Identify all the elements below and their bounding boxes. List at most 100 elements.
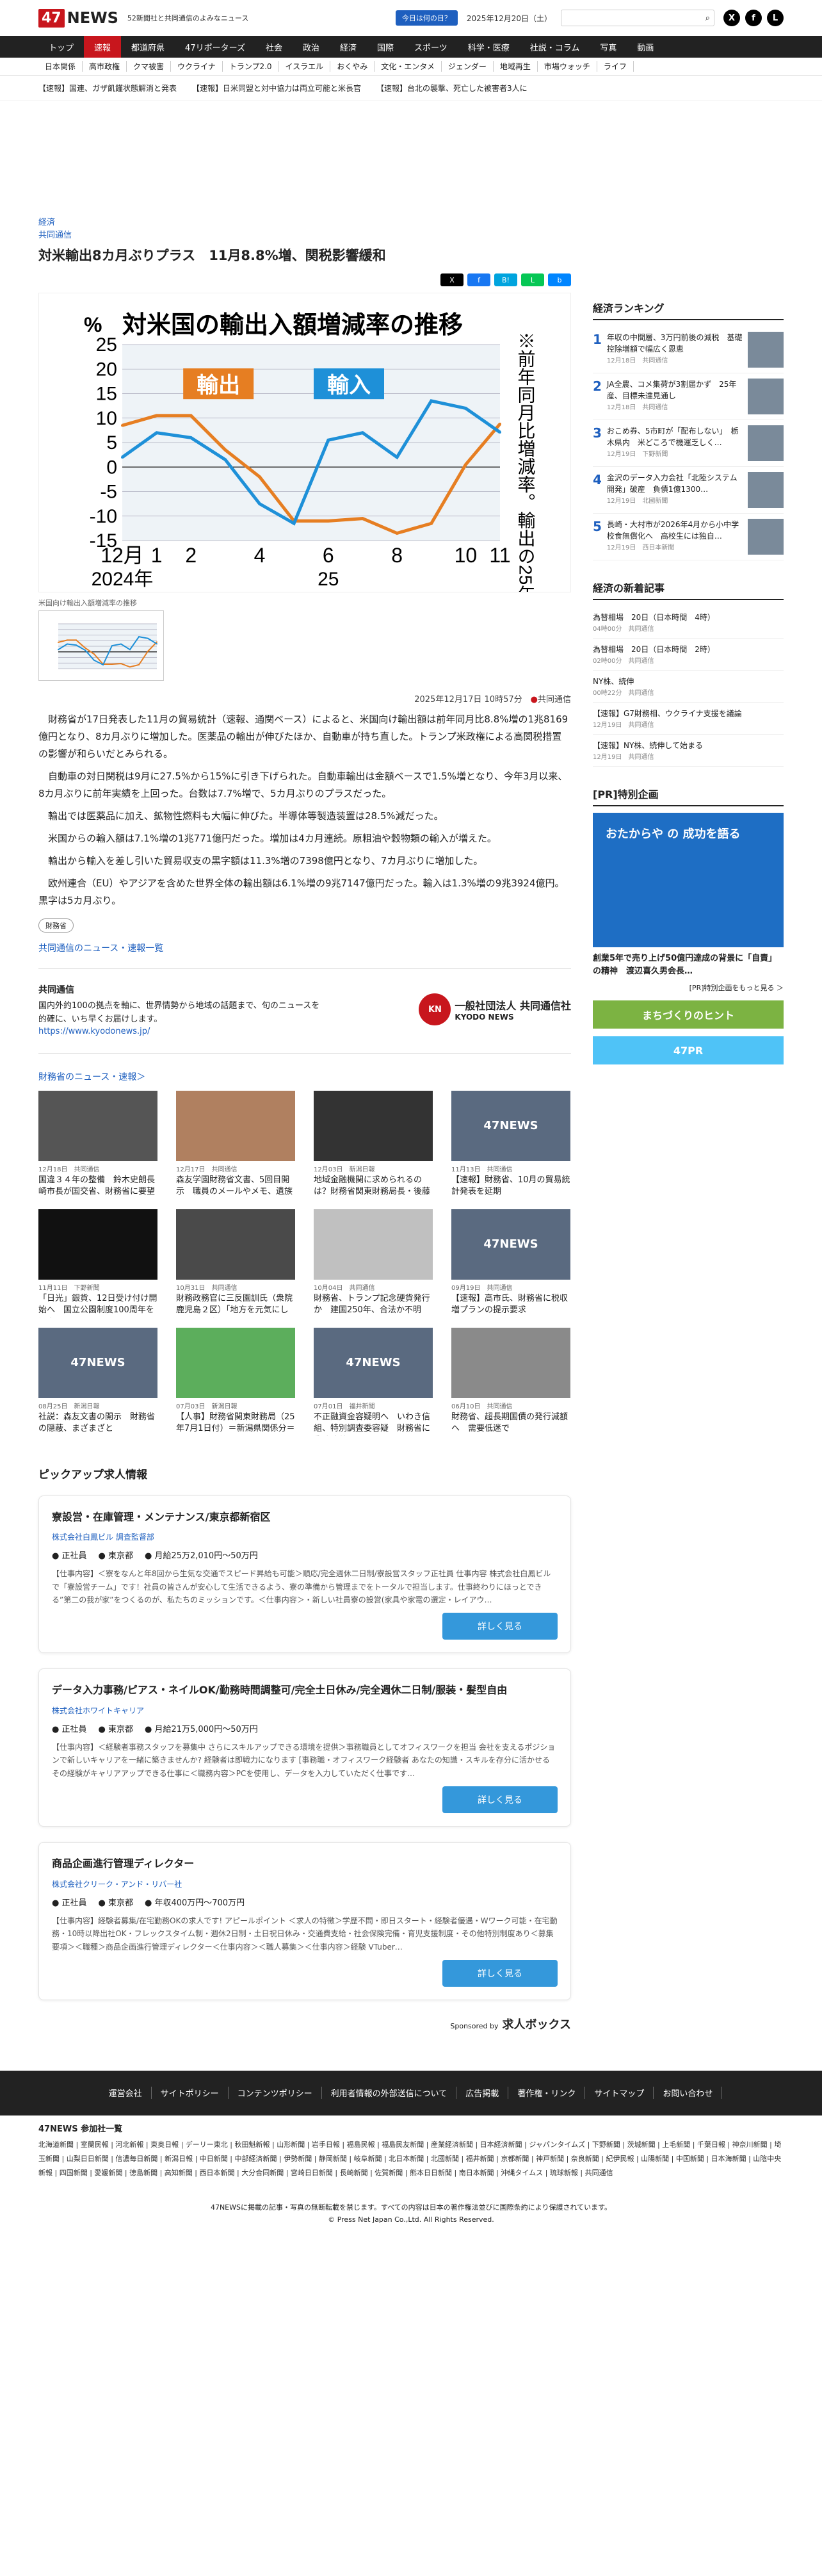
related-title[interactable]: 財務省のニュース・速報＞ — [38, 1070, 571, 1083]
footer-link[interactable]: 著作権・リンク — [508, 2087, 586, 2099]
site-logo[interactable]: 47 NEWS — [38, 8, 118, 28]
subnav-item[interactable]: 市場ウォッチ — [538, 61, 597, 72]
job-company[interactable]: 株式会社クリーク・アンド・リバー社 — [52, 1879, 558, 1889]
nav-item[interactable]: 経済 — [330, 36, 367, 58]
subnav-item[interactable]: おくやみ — [330, 61, 375, 72]
related-image[interactable] — [314, 1209, 433, 1280]
ticker-item[interactable]: 【速報】台北の襲撃、死亡した被害者3人に — [376, 83, 528, 94]
subnav-item[interactable]: 高市政権 — [83, 61, 127, 72]
job-title[interactable]: 寮設営・在庫管理・メンテナンス/東京都新宿区 — [52, 1509, 558, 1526]
news-item[interactable]: 為替相場 20日（日本時間 4時） 04時00分 共同通信 — [593, 607, 784, 639]
nav-item[interactable]: 社説・コラム — [520, 36, 590, 58]
related-card[interactable]: 10月31日 共同通信財務政務官に三反園訓氏（衆院鹿児島２区）「地方を元気にして… — [176, 1209, 295, 1317]
ranking-thumb[interactable] — [748, 332, 784, 368]
news-text[interactable]: 【速報】NY株、続伸して始まる — [593, 740, 784, 751]
banner-machizukuri[interactable]: まちづくりのヒント — [593, 1000, 784, 1029]
search-input[interactable]: ⌕ — [561, 10, 714, 26]
line-icon[interactable]: L — [767, 10, 784, 26]
nav-item[interactable]: 写真 — [590, 36, 627, 58]
subnav-item[interactable]: ライフ — [597, 61, 634, 72]
related-image[interactable] — [176, 1209, 295, 1280]
share-hatena-icon[interactable]: B! — [494, 273, 517, 286]
source-link[interactable]: 共同通信 — [38, 229, 571, 242]
ranking-item[interactable]: 4 金沢のデータ入力会社「北陸システム開発」破産 負債1億1300… 12月19日 … — [593, 467, 784, 514]
members-list[interactable]: 北海道新聞 | 室蘭民報 | 河北新報 | 東奥日報 | デーリー東北 | 秋田… — [38, 2138, 784, 2180]
related-card[interactable]: 10月04日 共同通信 財務省、トランプ記念硬貨発行か 建国250年、合法か不明 — [314, 1209, 433, 1317]
pr-banner[interactable]: おたからや の 成功を語る — [593, 813, 784, 947]
subnav-item[interactable]: クマ被害 — [127, 61, 172, 72]
related-card[interactable]: 47NEWS 09月19日 共同通信 【速報】高市氏、財務省に税収増プランの提示要求 — [451, 1209, 570, 1317]
related-card[interactable]: 11月11日 下野新聞 「日光」銀貨、12日受け付け開始へ 国立公園制度100周年… — [38, 1209, 157, 1317]
facebook-icon[interactable]: f — [745, 10, 762, 26]
related-title[interactable]: 財務省、超長期国債の発行減額へ 需要低迷で — [451, 1412, 570, 1436]
footer-link[interactable]: 運営会社 — [100, 2087, 152, 2099]
banner-47pr[interactable]: 47PR — [593, 1036, 784, 1064]
related-title[interactable]: 社説：森友文書の開示 財務省の隠蔽、まざまざと — [38, 1412, 157, 1436]
ticker-item[interactable]: 【速報】国連、ガザ飢饉状態解消と発表 — [38, 83, 177, 94]
ranking-text[interactable]: 長崎・大村市が2026年4月から小中学校食無償化へ 高校生には独自… — [607, 519, 743, 542]
related-image[interactable] — [38, 1209, 157, 1280]
subnav-item[interactable]: トランプ2.0 — [223, 61, 279, 72]
related-title[interactable]: 森友学園財務省文書、5回目開示 職員のメールやメモ、遺族の要に — [176, 1175, 295, 1199]
nav-item[interactable]: 動画 — [627, 36, 664, 58]
share-bluesky-icon[interactable]: b — [548, 273, 571, 286]
ranking-text[interactable]: JA全農、コメ集荷が3割届かず 25年産、目標未達見通し — [607, 379, 743, 402]
subnav-item[interactable]: イスラエル — [279, 61, 331, 72]
related-title[interactable]: 財務政務官に三反園訓氏（衆院鹿児島２区）「地方を元気にしていく」鹿… — [176, 1293, 295, 1317]
tag-badge[interactable]: 財務省 — [38, 918, 74, 933]
ranking-thumb[interactable] — [748, 472, 784, 508]
subnav-item[interactable]: ジェンダー — [442, 61, 494, 72]
today-button[interactable]: 今日は何の日？ — [395, 10, 458, 26]
ranking-thumb[interactable] — [748, 379, 784, 414]
news-text[interactable]: 為替相場 20日（日本時間 2時） — [593, 644, 784, 655]
nav-item[interactable]: 都道府県 — [121, 36, 175, 58]
nav-item[interactable]: トップ — [38, 36, 84, 58]
related-card[interactable]: 47NEWS 11月13日 共同通信 【速報】財務省、10月の貿易統計発表を延期 — [451, 1090, 570, 1199]
related-title[interactable]: 財務省、トランプ記念硬貨発行か 建国250年、合法か不明 — [314, 1293, 433, 1317]
related-card[interactable]: 47NEWS 07月01日 福井新聞 不正融資金容疑明へ いわき信組、特別調査委容疑… — [314, 1327, 433, 1436]
related-card[interactable]: 12月17日 共同通信森友学園財務省文書、5回目開示 職員のメールやメモ、遺族の… — [176, 1090, 295, 1199]
related-image[interactable]: 47NEWS — [451, 1209, 570, 1280]
nav-item[interactable]: スポーツ — [404, 36, 458, 58]
ranking-text[interactable]: 金沢のデータ入力会社「北陸システム開発」破産 負債1億1300… — [607, 472, 743, 495]
related-card[interactable]: 06月10日 共同通信 財務省、超長期国債の発行減額へ 需要低迷で — [451, 1327, 570, 1436]
subnav-item[interactable]: ウクライナ — [171, 61, 223, 72]
ticker-item[interactable]: 【速報】日米同盟と対中協力は両立可能と米長官 — [192, 83, 361, 94]
share-facebook-icon[interactable]: f — [467, 273, 490, 286]
nav-item[interactable]: 速報 — [84, 36, 122, 58]
news-text[interactable]: 為替相場 20日（日本時間 4時） — [593, 612, 784, 623]
kyodo-url[interactable]: https://www.kyodonews.jp/ — [38, 1027, 320, 1036]
related-title[interactable]: 国違３４年の整備 鈴木史朗長崎市長が国交省、財務省に要望 — [38, 1175, 157, 1199]
news-item[interactable]: 【速報】NY株、続伸して始まる 12月19日 共同通信 — [593, 735, 784, 767]
job-detail-button[interactable]: 詳しく見る — [442, 1786, 558, 1814]
related-card[interactable]: 07月03日 新潟日報 【人事】財務省関東財務局（25年7月1日付）＝新潟県関係分… — [176, 1327, 295, 1436]
related-card[interactable]: 47NEWS 08月25日 新潟日報 社説：森友文書の開示 財務省の隠蔽、まざまざと — [38, 1327, 157, 1436]
nav-item[interactable]: 科学・医療 — [458, 36, 520, 58]
related-image[interactable]: 47NEWS — [451, 1090, 570, 1161]
pr-text[interactable]: 創業5年で売り上げ50億円達成の背景に「自責」の精神 渡辺喜久男会長… — [593, 952, 784, 977]
nav-item[interactable]: 47リポーターズ — [175, 36, 255, 58]
category-link[interactable]: 経済 — [38, 216, 571, 229]
x-icon[interactable]: X — [723, 10, 740, 26]
nav-item[interactable]: 社会 — [255, 36, 293, 58]
related-title[interactable]: 「日光」銀貨、12日受け付け開始へ 国立公園制度100周年を記念 県… — [38, 1293, 157, 1317]
job-detail-button[interactable]: 詳しく見る — [442, 1613, 558, 1640]
related-card[interactable]: 12月18日 共同通信 国違３４年の整備 鈴木史朗長崎市長が国交省、財務省に要望 — [38, 1090, 157, 1199]
related-title[interactable]: 【速報】財務省、10月の貿易統計発表を延期 — [451, 1175, 570, 1199]
subnav-item[interactable]: 地域再生 — [494, 61, 538, 72]
news-item[interactable]: 【速報】G7財務相、ウクライナ支援を議論 12月19日 共同通信 — [593, 703, 784, 735]
news-item[interactable]: NY株、続伸 00時22分 共同通信 — [593, 671, 784, 703]
chart-thumbnail[interactable] — [38, 610, 164, 681]
related-image[interactable] — [38, 1090, 157, 1161]
share-line-icon[interactable]: L — [521, 273, 544, 286]
ranking-item[interactable]: 3 おこめ券、5市町が「配布しない」 栃木県内 米どころで機運乏しく… 12月19日… — [593, 420, 784, 467]
footer-link[interactable]: 広告掲載 — [456, 2087, 509, 2099]
footer-link[interactable]: コンテンツポリシー — [229, 2087, 322, 2099]
footer-link[interactable]: サイトポリシー — [152, 2087, 229, 2099]
subnav-item[interactable]: 日本関係 — [38, 61, 83, 72]
related-image[interactable] — [176, 1327, 295, 1398]
ranking-item[interactable]: 5 長崎・大村市が2026年4月から小中学校食無償化へ 高校生には独自… 12月19… — [593, 514, 784, 560]
ranking-thumb[interactable] — [748, 519, 784, 555]
related-title[interactable]: 地域金融機関に求められるのは？財務省関東財務局長・後藤健二氏に聞く — [314, 1175, 433, 1199]
job-company[interactable]: 株式会社ホワイトキャリア — [52, 1705, 558, 1716]
